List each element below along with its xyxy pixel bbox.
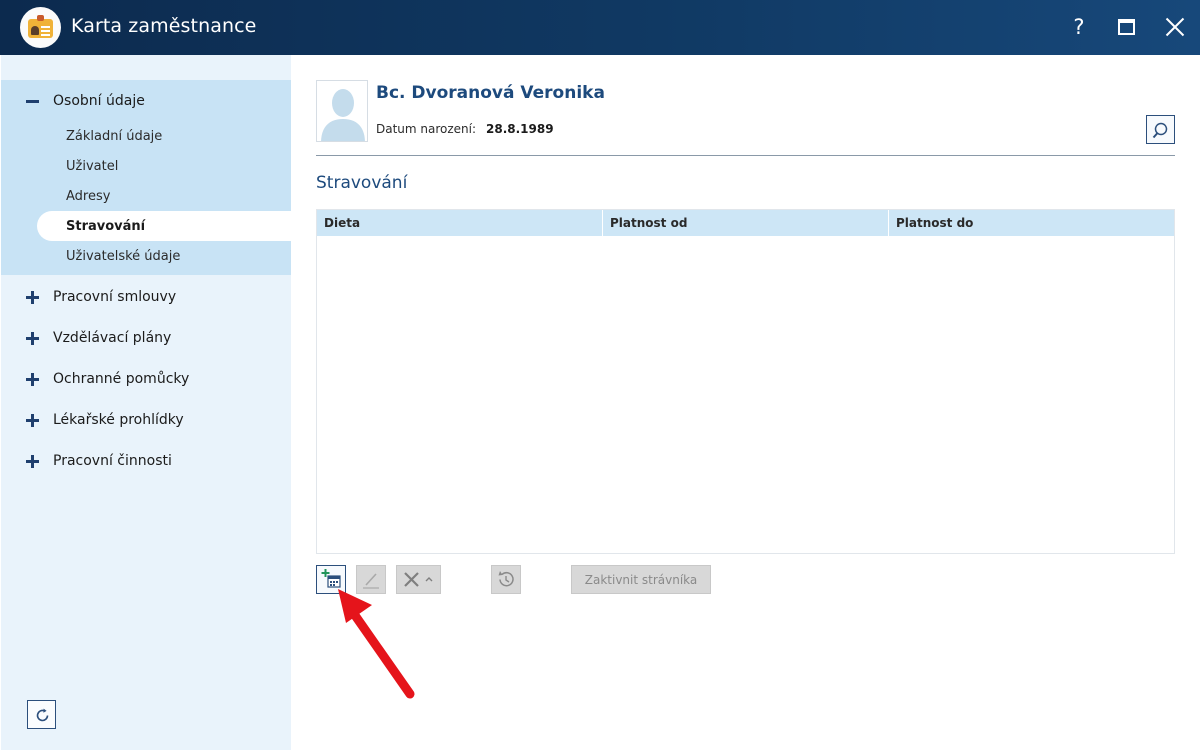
close-button[interactable] bbox=[1160, 12, 1190, 42]
sidebar-item-zakladni-udaje[interactable]: Základní údaje bbox=[37, 121, 291, 151]
collapse-minus-icon bbox=[26, 95, 39, 108]
sidebar-group-label: Pracovní smlouvy bbox=[53, 289, 177, 305]
table-header: Dieta Platnost od Platnost do bbox=[317, 210, 1174, 236]
expand-plus-icon bbox=[26, 454, 39, 468]
sidebar-item-stravovani[interactable]: Stravování bbox=[37, 211, 291, 241]
maximize-icon bbox=[1118, 19, 1135, 35]
column-header-platnost-od[interactable]: Platnost od bbox=[603, 210, 889, 236]
refresh-button[interactable] bbox=[27, 700, 56, 729]
employee-card-icon bbox=[20, 7, 61, 48]
header-divider bbox=[316, 155, 1175, 156]
red-arrow-icon bbox=[338, 589, 415, 699]
sidebar-group-label: Lékařské prohlídky bbox=[53, 412, 184, 428]
sidebar: Osobní údaje Základní údaje Uživatel Adr… bbox=[1, 55, 291, 750]
help-button[interactable]: ? bbox=[1064, 12, 1094, 42]
main-panel: Bc. Dvoranová Veronika Datum narození: 2… bbox=[291, 55, 1200, 750]
column-header-dieta[interactable]: Dieta bbox=[317, 210, 603, 236]
expand-plus-icon bbox=[26, 413, 39, 427]
window-title: Karta zaměstnance bbox=[71, 15, 257, 37]
sidebar-group-label: Osobní údaje bbox=[53, 93, 145, 109]
expand-plus-icon bbox=[26, 290, 39, 304]
search-button[interactable] bbox=[1146, 115, 1175, 144]
sidebar-group-vzdelavaci-plany[interactable]: Vzdělávací plány bbox=[1, 320, 291, 356]
dob-label: Datum narození: bbox=[376, 122, 477, 136]
sidebar-group-pracovni-cinnosti[interactable]: Pracovní činnosti bbox=[1, 443, 291, 479]
history-icon bbox=[498, 571, 514, 587]
meals-table[interactable]: Dieta Platnost od Platnost do bbox=[316, 209, 1175, 554]
search-icon bbox=[1152, 122, 1168, 139]
sidebar-group-pracovni-smlouvy[interactable]: Pracovní smlouvy bbox=[1, 279, 291, 315]
title-bar: Karta zaměstnance ? bbox=[0, 0, 1200, 55]
section-title: Stravování bbox=[316, 173, 408, 193]
sidebar-item-adresy[interactable]: Adresy bbox=[37, 181, 291, 211]
person-silhouette-icon bbox=[321, 89, 365, 141]
column-header-platnost-do[interactable]: Platnost do bbox=[889, 210, 1174, 236]
sidebar-item-uzivatelske-udaje[interactable]: Uživatelské údaje bbox=[37, 241, 291, 271]
avatar bbox=[316, 80, 368, 142]
sidebar-group-ochranne-pomucky[interactable]: Ochranné pomůcky bbox=[1, 361, 291, 397]
sidebar-group-label: Pracovní činnosti bbox=[53, 453, 172, 469]
expand-plus-icon bbox=[26, 372, 39, 386]
refresh-icon bbox=[36, 708, 49, 722]
history-button[interactable] bbox=[491, 565, 521, 594]
activate-diner-button[interactable]: Zaktivnit strávníka bbox=[571, 565, 711, 594]
employee-name: Bc. Dvoranová Veronika bbox=[376, 83, 605, 103]
dob-value: 28.8.1989 bbox=[486, 122, 554, 136]
sidebar-group-label: Vzdělávací plány bbox=[53, 330, 172, 346]
sidebar-item-uzivatel[interactable]: Uživatel bbox=[37, 151, 291, 181]
sidebar-group-label: Ochranné pomůcky bbox=[53, 371, 190, 387]
expand-plus-icon bbox=[26, 331, 39, 345]
sidebar-group-lekarske-prohlidky[interactable]: Lékařské prohlídky bbox=[1, 402, 291, 438]
sidebar-group-osobni-udaje[interactable]: Osobní údaje bbox=[1, 83, 291, 119]
maximize-button[interactable] bbox=[1112, 12, 1142, 42]
